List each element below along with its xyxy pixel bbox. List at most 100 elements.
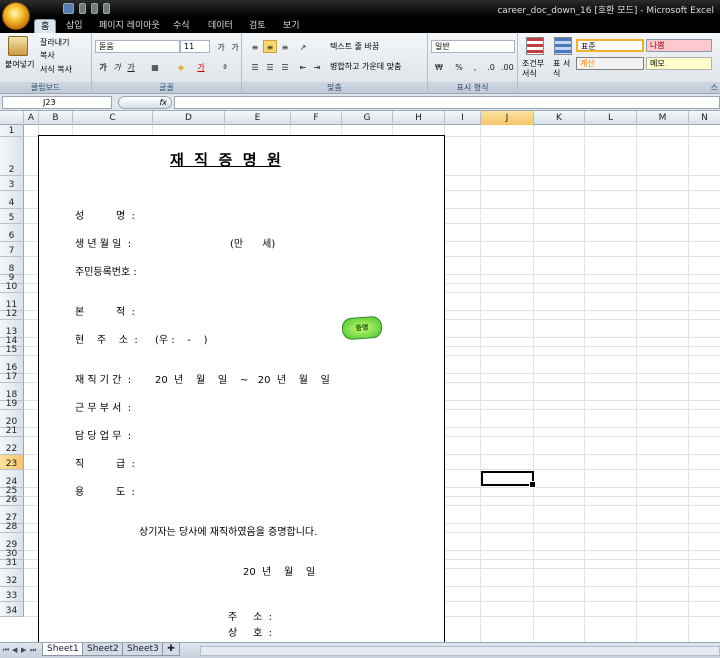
row-header[interactable]: 4 <box>0 191 24 209</box>
tab-view[interactable]: 보기 <box>277 19 306 33</box>
font-size-box[interactable]: 11 <box>180 40 210 53</box>
column-header[interactable]: B <box>39 111 73 125</box>
row-header[interactable]: 2 <box>0 137 24 176</box>
paste-icon[interactable] <box>8 36 28 56</box>
bold-button[interactable]: 가 <box>96 60 110 73</box>
format-table-button[interactable]: 표 서식 <box>553 59 573 79</box>
row-header[interactable]: 17 <box>0 372 24 383</box>
font-name-box[interactable]: 돋움 <box>95 40 180 53</box>
customize-qat-icon[interactable] <box>103 2 110 14</box>
row-header[interactable]: 23 <box>0 455 24 470</box>
row-header[interactable]: 12 <box>0 309 24 320</box>
select-all-corner[interactable] <box>0 111 24 125</box>
format-painter-button[interactable]: 서식 복사 <box>40 64 72 75</box>
align-bottom-icon[interactable]: ≡ <box>278 40 292 53</box>
sheet-tab-2[interactable]: Sheet2 <box>82 643 124 656</box>
border-icon[interactable]: ▦ <box>148 60 162 73</box>
row-header[interactable]: 28 <box>0 522 24 533</box>
sheet-tab-3[interactable]: Sheet3 <box>122 643 164 656</box>
stamp-image[interactable]: 증명 <box>341 315 383 341</box>
increase-decimal-icon[interactable]: .0 <box>484 60 498 73</box>
row-header[interactable]: 26 <box>0 495 24 506</box>
prev-sheet-icon[interactable]: ◀ <box>12 646 20 655</box>
column-header[interactable]: E <box>225 111 291 125</box>
style-note[interactable]: 메모 <box>646 57 712 70</box>
comma-icon[interactable]: , <box>468 60 482 73</box>
number-format-box[interactable]: 일반 <box>431 40 515 53</box>
last-sheet-icon[interactable]: ⏭ <box>30 646 38 655</box>
row-header[interactable]: 15 <box>0 345 24 356</box>
format-table-icon[interactable] <box>554 37 572 55</box>
style-calculation[interactable]: 계산 <box>576 57 644 70</box>
row-header[interactable]: 34 <box>0 602 24 617</box>
fill-color-icon[interactable]: ◈ <box>174 60 188 73</box>
wrap-text-button[interactable]: 텍스트 줄 바꿈 <box>330 41 379 52</box>
tab-insert[interactable]: 삽입 <box>60 19 89 33</box>
redo-icon[interactable] <box>91 2 98 14</box>
shrink-font-icon[interactable]: 가 <box>228 40 242 53</box>
percent-icon[interactable]: % <box>452 60 466 73</box>
row-header[interactable]: 1 <box>0 125 24 137</box>
row-header[interactable]: 3 <box>0 176 24 191</box>
italic-button[interactable]: 가 <box>110 60 124 73</box>
merge-center-button[interactable]: 병합하고 가운데 맞춤 <box>330 61 401 72</box>
decrease-decimal-icon[interactable]: .00 <box>500 60 514 73</box>
name-box[interactable]: J23 <box>2 96 112 109</box>
align-middle-icon[interactable]: ≡ <box>263 40 277 53</box>
align-right-icon[interactable]: ☰ <box>278 60 292 73</box>
copy-button[interactable]: 복사 <box>40 50 55 61</box>
underline-button[interactable]: 가 <box>124 60 138 73</box>
column-header[interactable]: K <box>534 111 585 125</box>
column-header[interactable]: N <box>689 111 720 125</box>
column-header[interactable]: L <box>585 111 637 125</box>
tab-page-layout[interactable]: 페이지 레이아웃 <box>93 19 166 33</box>
column-header[interactable]: H <box>393 111 445 125</box>
next-sheet-icon[interactable]: ▶ <box>21 646 29 655</box>
row-header[interactable]: 5 <box>0 209 24 224</box>
formula-input[interactable] <box>174 96 720 109</box>
orientation-icon[interactable]: ↗ <box>296 40 310 53</box>
insert-sheet-icon[interactable]: ✚ <box>162 643 180 656</box>
row-header[interactable]: 21 <box>0 426 24 437</box>
column-header[interactable]: A <box>24 111 39 125</box>
cut-button[interactable]: 잘라내기 <box>40 37 69 48</box>
font-color-icon[interactable]: 가 <box>194 60 208 73</box>
style-normal[interactable]: 표준 <box>576 39 644 52</box>
column-header-selected[interactable]: J <box>481 111 534 125</box>
tab-formulas[interactable]: 수식 <box>167 19 196 33</box>
tab-review[interactable]: 검토 <box>243 19 272 33</box>
active-cell-J23[interactable] <box>481 471 536 488</box>
sheet-tab-1[interactable]: Sheet1 <box>42 643 84 656</box>
worksheet-grid[interactable]: A B C D E F G H I J K L M N 1 2 3 4 5 6 7 8 9 10 1… <box>0 111 720 642</box>
undo-icon[interactable] <box>79 2 86 14</box>
row-header[interactable]: 19 <box>0 399 24 410</box>
first-sheet-icon[interactable]: ⏮ <box>3 646 11 655</box>
tab-home[interactable]: 홈 <box>34 19 57 33</box>
align-left-icon[interactable]: ☰ <box>248 60 262 73</box>
currency-icon[interactable]: ₩ <box>432 60 446 73</box>
row-header[interactable]: 33 <box>0 587 24 602</box>
column-header[interactable]: I <box>445 111 481 125</box>
phonetic-icon[interactable]: ª <box>218 60 232 73</box>
conditional-format-icon[interactable] <box>526 37 544 55</box>
row-header[interactable]: 10 <box>0 282 24 293</box>
grow-font-icon[interactable]: 가 <box>214 40 228 53</box>
style-bad[interactable]: 나쁨 <box>646 39 712 52</box>
column-header[interactable]: M <box>637 111 689 125</box>
row-header[interactable]: 7 <box>0 242 24 257</box>
row-header[interactable]: 32 <box>0 569 24 587</box>
align-top-icon[interactable]: ≡ <box>248 40 262 53</box>
conditional-format-button[interactable]: 조건부 서식 <box>522 59 550 79</box>
row-header[interactable]: 31 <box>0 558 24 569</box>
decrease-indent-icon[interactable]: ⇤ <box>296 60 310 73</box>
column-header[interactable]: C <box>73 111 153 125</box>
increase-indent-icon[interactable]: ⇥ <box>310 60 324 73</box>
column-header[interactable]: D <box>153 111 225 125</box>
insert-function-button[interactable]: fx <box>118 96 172 109</box>
column-header[interactable]: G <box>342 111 393 125</box>
row-header[interactable]: 22 <box>0 437 24 455</box>
row-header[interactable]: 6 <box>0 224 24 242</box>
horizontal-scrollbar[interactable] <box>200 646 720 656</box>
paste-button[interactable]: 붙여넣기 <box>5 59 34 70</box>
align-center-icon[interactable]: ☰ <box>263 60 277 73</box>
